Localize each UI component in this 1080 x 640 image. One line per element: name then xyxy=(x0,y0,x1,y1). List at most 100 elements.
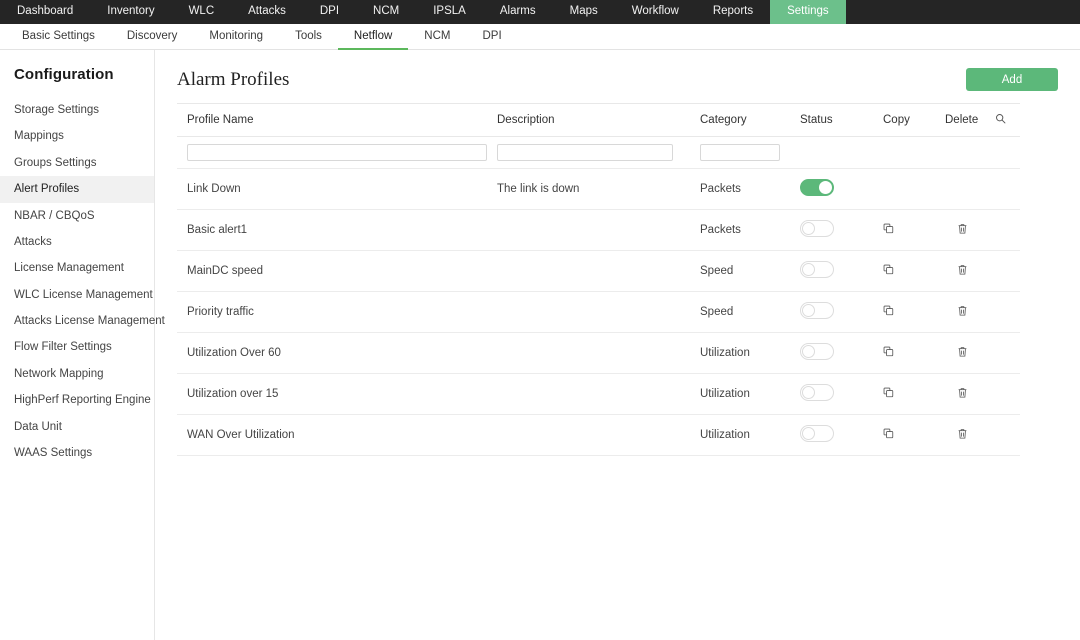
sidebar-item-attacks-license-management[interactable]: Attacks License Management xyxy=(0,308,154,334)
topnav-item-ipsla[interactable]: IPSLA xyxy=(416,0,483,24)
subnav-item-tools[interactable]: Tools xyxy=(279,24,338,50)
cell-copy xyxy=(873,210,935,251)
copy-icon[interactable] xyxy=(883,387,894,398)
table-row[interactable]: Priority traffic Speed xyxy=(177,292,1020,333)
toggle-knob xyxy=(802,222,815,235)
cell-spacer xyxy=(995,374,1020,415)
status-toggle[interactable] xyxy=(800,302,834,319)
table-row[interactable]: Link DownThe link is downPackets xyxy=(177,169,1020,210)
status-toggle[interactable] xyxy=(800,384,834,401)
filter-cell-copy xyxy=(873,137,935,169)
column-header-status[interactable]: Status xyxy=(790,104,873,137)
cell-category: Speed xyxy=(690,251,790,292)
sidebar: Configuration Storage SettingsMappingsGr… xyxy=(0,50,155,640)
topnav-item-ncm[interactable]: NCM xyxy=(356,0,416,24)
sidebar-item-alert-profiles[interactable]: Alert Profiles xyxy=(0,176,154,202)
cell-copy xyxy=(873,251,935,292)
copy-icon[interactable] xyxy=(883,264,894,275)
sidebar-item-waas-settings[interactable]: WAAS Settings xyxy=(0,440,154,466)
trash-icon[interactable] xyxy=(957,387,968,399)
cell-category: Speed xyxy=(690,292,790,333)
copy-icon[interactable] xyxy=(883,346,894,357)
status-toggle[interactable] xyxy=(800,220,834,237)
filter-input-profile-name[interactable] xyxy=(187,144,487,161)
subnav-item-basic-settings[interactable]: Basic Settings xyxy=(6,24,111,50)
sidebar-item-data-unit[interactable]: Data Unit xyxy=(0,414,154,440)
sidebar-item-highperf-reporting-engine[interactable]: HighPerf Reporting Engine xyxy=(0,387,154,413)
table-row[interactable]: WAN Over UtilizationUtilization xyxy=(177,415,1020,456)
topnav-item-inventory[interactable]: Inventory xyxy=(90,0,171,24)
subnav-item-dpi[interactable]: DPI xyxy=(466,24,517,50)
cell-profile-name: WAN Over Utilization xyxy=(177,415,487,456)
topnav-item-maps[interactable]: Maps xyxy=(553,0,615,24)
cell-spacer xyxy=(995,251,1020,292)
subnav-item-netflow[interactable]: Netflow xyxy=(338,24,408,50)
topnav-item-settings[interactable]: Settings xyxy=(770,0,846,24)
filter-cell-delete xyxy=(935,137,995,169)
table-row[interactable]: MainDC speedSpeed xyxy=(177,251,1020,292)
sidebar-item-license-management[interactable]: License Management xyxy=(0,255,154,281)
sidebar-item-network-mapping[interactable]: Network Mapping xyxy=(0,361,154,387)
copy-icon[interactable] xyxy=(883,428,894,439)
table-row[interactable]: Utilization Over 60Utilization xyxy=(177,333,1020,374)
toggle-knob xyxy=(819,181,832,194)
trash-icon[interactable] xyxy=(957,223,968,235)
status-toggle[interactable] xyxy=(800,425,834,442)
filter-input-category[interactable] xyxy=(700,144,780,161)
cell-description xyxy=(487,292,690,333)
table-row[interactable]: Utilization over 15Utilization xyxy=(177,374,1020,415)
sidebar-item-mappings[interactable]: Mappings xyxy=(0,123,154,149)
table-search-cell xyxy=(995,104,1020,137)
sidebar-item-flow-filter-settings[interactable]: Flow Filter Settings xyxy=(0,334,154,360)
topnav-item-wlc[interactable]: WLC xyxy=(172,0,232,24)
column-header-description[interactable]: Description xyxy=(487,104,690,137)
cell-status xyxy=(790,210,873,251)
cell-profile-name: Priority traffic xyxy=(177,292,487,333)
topnav-item-reports[interactable]: Reports xyxy=(696,0,770,24)
cell-copy xyxy=(873,292,935,333)
sidebar-item-groups-settings[interactable]: Groups Settings xyxy=(0,150,154,176)
cell-description xyxy=(487,251,690,292)
toggle-knob xyxy=(802,386,815,399)
filter-cell-status xyxy=(790,137,873,169)
column-header-profile-name[interactable]: Profile Name xyxy=(177,104,487,137)
sidebar-item-nbar-cbqos[interactable]: NBAR / CBQoS xyxy=(0,203,154,229)
search-icon[interactable] xyxy=(995,113,1006,124)
column-header-copy[interactable]: Copy xyxy=(873,104,935,137)
subnav-item-ncm[interactable]: NCM xyxy=(408,24,466,50)
cell-delete xyxy=(935,415,995,456)
cell-spacer xyxy=(995,333,1020,374)
topnav-item-dashboard[interactable]: Dashboard xyxy=(0,0,90,24)
sidebar-item-storage-settings[interactable]: Storage Settings xyxy=(0,97,154,123)
status-toggle[interactable] xyxy=(800,179,834,196)
cell-status xyxy=(790,169,873,210)
sub-navigation-bar: Basic SettingsDiscoveryMonitoringToolsNe… xyxy=(0,24,1080,50)
filter-input-description[interactable] xyxy=(497,144,673,161)
trash-icon[interactable] xyxy=(957,346,968,358)
trash-icon[interactable] xyxy=(957,305,968,317)
copy-icon[interactable] xyxy=(883,305,894,316)
cell-description xyxy=(487,333,690,374)
sidebar-item-attacks[interactable]: Attacks xyxy=(0,229,154,255)
main-content: Alarm Profiles Add Profile Name Descript… xyxy=(155,50,1080,640)
table-row[interactable]: Basic alert1Packets xyxy=(177,210,1020,251)
column-header-delete[interactable]: Delete xyxy=(935,104,995,137)
add-button[interactable]: Add xyxy=(966,68,1058,91)
status-toggle[interactable] xyxy=(800,261,834,278)
table-header-row: Profile Name Description Category Status… xyxy=(177,104,1020,137)
topnav-item-workflow[interactable]: Workflow xyxy=(615,0,696,24)
topnav-item-alarms[interactable]: Alarms xyxy=(483,0,553,24)
trash-icon[interactable] xyxy=(957,428,968,440)
column-header-category[interactable]: Category xyxy=(690,104,790,137)
cell-description: The link is down xyxy=(487,169,690,210)
topnav-item-dpi[interactable]: DPI xyxy=(303,0,356,24)
copy-icon[interactable] xyxy=(883,223,894,234)
topnav-item-attacks[interactable]: Attacks xyxy=(231,0,303,24)
status-toggle[interactable] xyxy=(800,343,834,360)
sidebar-item-list: Storage SettingsMappingsGroups SettingsA… xyxy=(0,97,154,466)
sidebar-item-wlc-license-management[interactable]: WLC License Management xyxy=(0,282,154,308)
cell-delete xyxy=(935,169,995,210)
trash-icon[interactable] xyxy=(957,264,968,276)
subnav-item-discovery[interactable]: Discovery xyxy=(111,24,193,50)
subnav-item-monitoring[interactable]: Monitoring xyxy=(193,24,279,50)
